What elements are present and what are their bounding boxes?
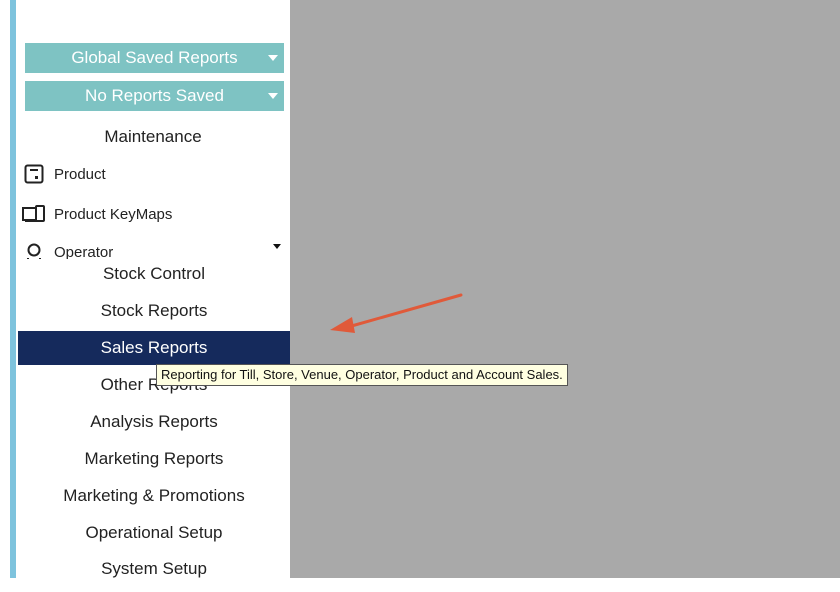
maintenance-item-label: Product (54, 165, 106, 183)
maintenance-item-product[interactable]: Product (22, 161, 106, 187)
chevron-down-icon (268, 55, 278, 61)
nav-operational-setup[interactable]: Operational Setup (18, 516, 290, 550)
annotation-arrow-icon (330, 293, 463, 333)
nav-marketing-reports[interactable]: Marketing Reports (18, 442, 290, 476)
maintenance-item-label: Product KeyMaps (54, 205, 173, 223)
chevron-down-icon (268, 93, 278, 99)
maintenance-item-operator[interactable]: Operator (22, 239, 113, 259)
nav-stock-control[interactable]: Stock Control (18, 257, 290, 291)
nav-marketing-promotions[interactable]: Marketing & Promotions (18, 479, 290, 513)
keymap-icon (22, 204, 46, 224)
maintenance-heading: Maintenance (104, 127, 202, 146)
nav-analysis-reports[interactable]: Analysis Reports (18, 405, 290, 439)
dropdown-label: Global Saved Reports (71, 48, 238, 67)
saved-reports-dropdown[interactable]: No Reports Saved (25, 81, 284, 111)
sales-reports-tooltip: Reporting for Till, Store, Venue, Operat… (156, 364, 568, 386)
global-saved-reports-dropdown[interactable]: Global Saved Reports (25, 43, 284, 73)
product-icon (22, 164, 46, 184)
nav-stock-reports[interactable]: Stock Reports (18, 294, 290, 328)
nav-sales-reports[interactable]: Sales Reports (18, 331, 290, 365)
bottom-strip (0, 578, 840, 592)
content-area (290, 0, 840, 578)
maintenance-list-clip: Operator (16, 235, 290, 259)
maintenance-item-product-keymaps[interactable]: Product KeyMaps (22, 201, 172, 227)
dropdown-label: No Reports Saved (85, 86, 224, 105)
expand-caret-icon[interactable] (273, 244, 281, 249)
sidebar: Global Saved Reports No Reports Saved Ma… (16, 0, 290, 578)
